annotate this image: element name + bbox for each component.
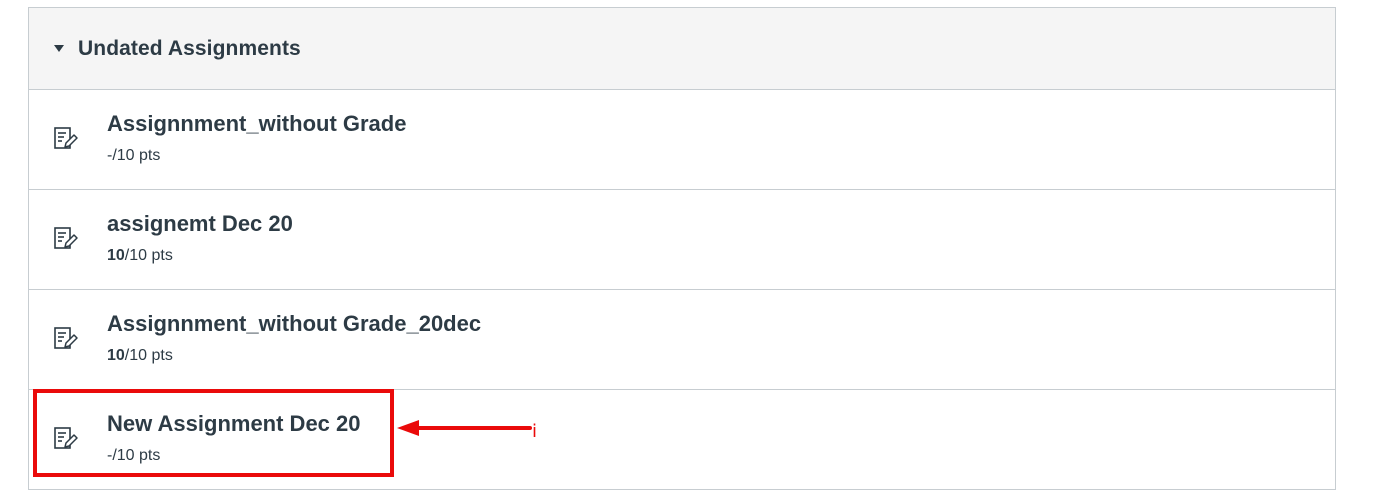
assignment-points: 10/10 pts — [107, 247, 173, 264]
assignment-title[interactable]: Assignnment_without Grade_20dec — [107, 311, 481, 337]
assignment-icon — [54, 127, 78, 149]
assignment-row[interactable]: New Assignment Dec 20 -/10 pts — [29, 390, 1335, 490]
assignment-row[interactable]: Assignnment_without Grade -/10 pts — [29, 90, 1335, 190]
assignment-title[interactable]: assignemt Dec 20 — [107, 211, 293, 237]
assignment-group-header[interactable]: Undated Assignments — [29, 8, 1335, 90]
assignment-row[interactable]: assignemt Dec 20 10/10 pts — [29, 190, 1335, 290]
assignment-icon — [54, 227, 78, 249]
assignment-title[interactable]: Assignnment_without Grade — [107, 111, 406, 137]
assignment-group-title: Undated Assignments — [78, 36, 301, 60]
assignment-points: 10/10 pts — [107, 347, 173, 364]
assignment-icon — [54, 327, 78, 349]
assignment-icon — [54, 427, 78, 449]
annotation-label: i — [532, 421, 538, 442]
assignment-points: -/10 pts — [107, 147, 161, 164]
assignment-row[interactable]: Assignnment_without Grade_20dec 10/10 pt… — [29, 290, 1335, 390]
caret-down-icon[interactable] — [54, 45, 64, 52]
assignment-points: -/10 pts — [107, 447, 161, 464]
assignment-group-panel: Undated Assignments Assignnment_without … — [28, 7, 1336, 490]
assignment-title[interactable]: New Assignment Dec 20 — [107, 411, 361, 437]
